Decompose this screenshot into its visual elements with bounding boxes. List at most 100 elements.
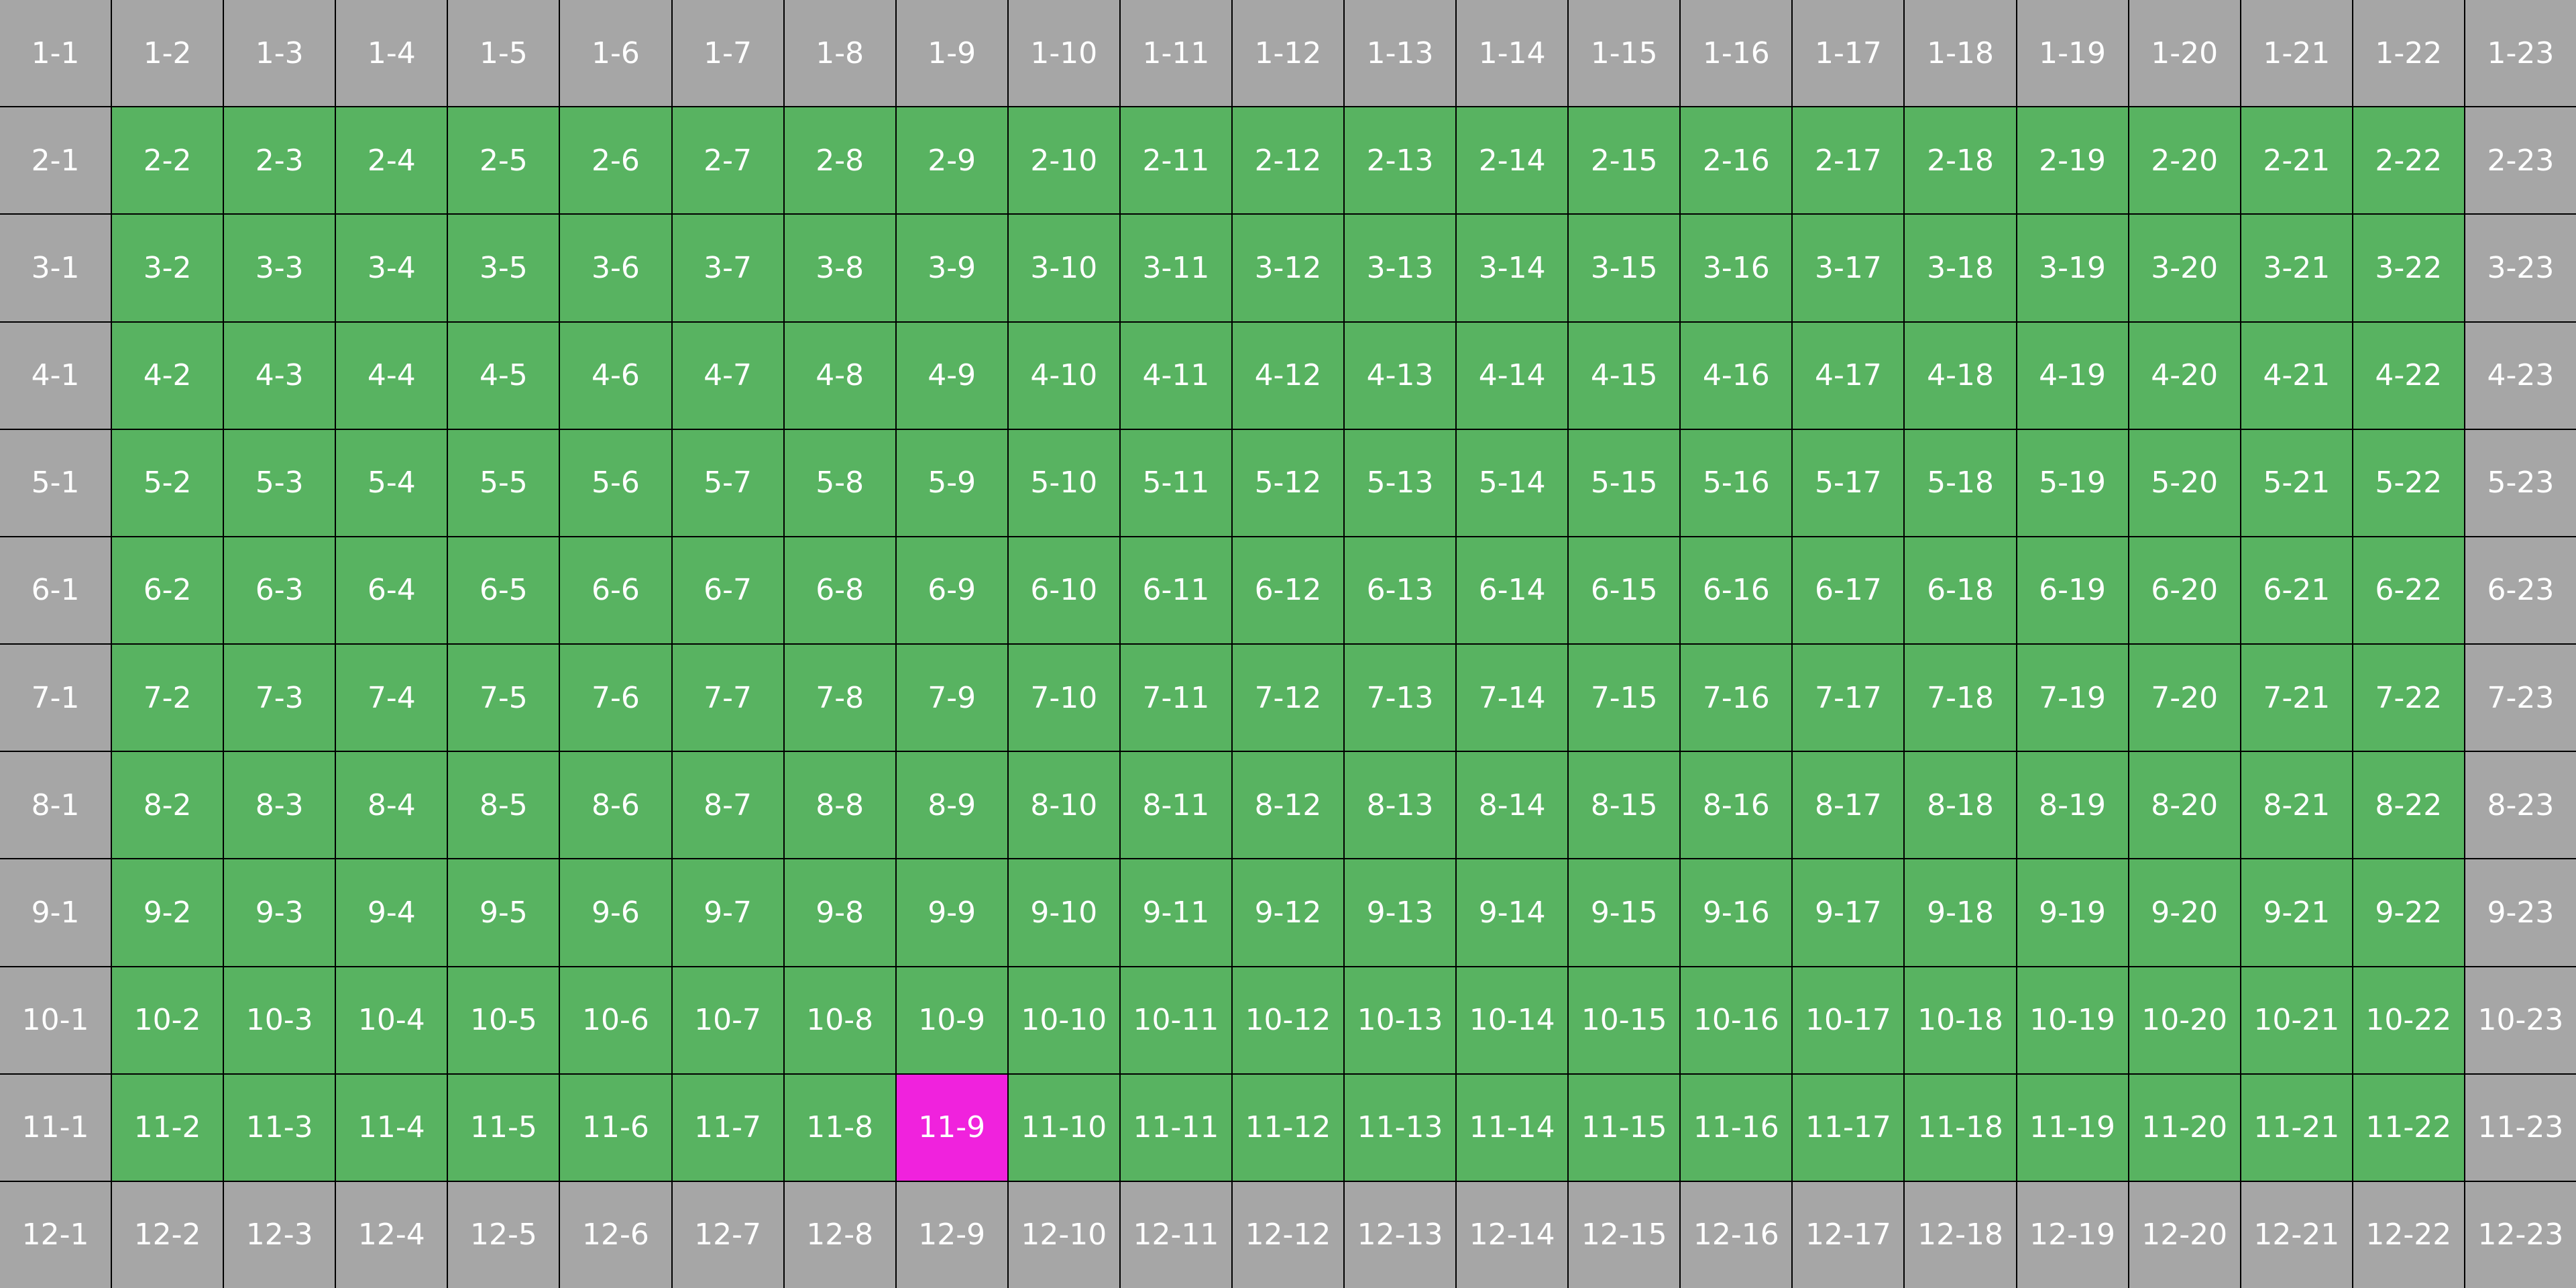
grid-cell[interactable]: 6-20 <box>2129 537 2240 643</box>
grid-cell[interactable]: 6-5 <box>448 537 559 643</box>
grid-cell[interactable]: 6-7 <box>672 537 783 643</box>
grid-cell[interactable]: 9-13 <box>1345 859 1456 966</box>
grid-cell[interactable]: 8-3 <box>224 752 335 859</box>
grid-cell-border[interactable]: 3-1 <box>0 215 111 321</box>
grid-cell[interactable]: 4-8 <box>784 322 895 429</box>
grid-cell-border[interactable]: 12-5 <box>448 1181 559 1288</box>
grid-cell[interactable]: 4-10 <box>1008 322 1119 429</box>
grid-cell[interactable]: 6-14 <box>1457 537 1568 643</box>
grid-cell-border[interactable]: 1-22 <box>2353 0 2464 107</box>
grid-cell-border[interactable]: 4-23 <box>2465 322 2576 429</box>
grid-cell[interactable]: 11-22 <box>2353 1074 2464 1181</box>
grid-cell[interactable]: 5-11 <box>1120 429 1231 536</box>
grid-cell-border[interactable]: 1-15 <box>1569 0 1680 107</box>
grid-cell[interactable]: 9-20 <box>2129 859 2240 966</box>
grid-cell[interactable]: 7-16 <box>1681 645 1792 751</box>
grid-cell[interactable]: 8-7 <box>672 752 783 859</box>
grid-cell[interactable]: 8-5 <box>448 752 559 859</box>
grid-cell[interactable]: 4-12 <box>1232 322 1344 429</box>
grid-cell[interactable]: 2-13 <box>1345 107 1456 214</box>
grid-cell[interactable]: 2-20 <box>2129 107 2240 214</box>
grid-cell-border[interactable]: 12-3 <box>224 1181 335 1288</box>
grid-cell[interactable]: 8-11 <box>1120 752 1231 859</box>
grid-cell[interactable]: 4-9 <box>896 322 1007 429</box>
grid-cell-border[interactable]: 1-16 <box>1681 0 1792 107</box>
grid-cell[interactable]: 11-8 <box>784 1074 895 1181</box>
grid-cell[interactable]: 2-19 <box>2017 107 2128 214</box>
grid-cell[interactable]: 2-17 <box>1793 107 1904 214</box>
grid-cell[interactable]: 10-18 <box>1905 967 2016 1073</box>
grid-cell[interactable]: 5-9 <box>896 429 1007 536</box>
grid-cell-border[interactable]: 1-9 <box>896 0 1007 107</box>
grid-cell[interactable]: 10-15 <box>1569 967 1680 1073</box>
grid-cell[interactable]: 10-22 <box>2353 967 2464 1073</box>
grid-cell-border[interactable]: 11-23 <box>2465 1074 2576 1181</box>
grid-cell[interactable]: 4-7 <box>672 322 783 429</box>
grid-cell[interactable]: 4-20 <box>2129 322 2240 429</box>
grid-cell-border[interactable]: 2-1 <box>0 107 111 214</box>
grid-cell-border[interactable]: 12-23 <box>2465 1181 2576 1288</box>
grid-cell[interactable]: 9-18 <box>1905 859 2016 966</box>
grid-cell[interactable]: 10-2 <box>112 967 223 1073</box>
grid-cell[interactable]: 2-4 <box>336 107 447 214</box>
grid-cell[interactable]: 3-8 <box>784 215 895 321</box>
grid-cell[interactable]: 7-9 <box>896 645 1007 751</box>
grid-cell[interactable]: 2-21 <box>2241 107 2352 214</box>
grid-cell[interactable]: 5-18 <box>1905 429 2016 536</box>
grid-cell[interactable]: 7-3 <box>224 645 335 751</box>
grid-cell[interactable]: 8-20 <box>2129 752 2240 859</box>
grid-cell[interactable]: 5-5 <box>448 429 559 536</box>
grid-cell-border[interactable]: 3-23 <box>2465 215 2576 321</box>
grid-cell[interactable]: 11-21 <box>2241 1074 2352 1181</box>
grid-cell-border[interactable]: 7-23 <box>2465 645 2576 751</box>
grid-cell[interactable]: 8-21 <box>2241 752 2352 859</box>
grid-cell[interactable]: 10-6 <box>560 967 671 1073</box>
grid-cell[interactable]: 5-10 <box>1008 429 1119 536</box>
grid-cell[interactable]: 11-10 <box>1008 1074 1119 1181</box>
grid-cell[interactable]: 5-19 <box>2017 429 2128 536</box>
grid-cell-border[interactable]: 6-23 <box>2465 537 2576 643</box>
grid-cell[interactable]: 7-5 <box>448 645 559 751</box>
grid-cell[interactable]: 10-11 <box>1120 967 1231 1073</box>
grid-cell[interactable]: 6-19 <box>2017 537 2128 643</box>
grid-cell[interactable]: 2-12 <box>1232 107 1344 214</box>
grid-cell[interactable]: 7-20 <box>2129 645 2240 751</box>
grid-cell[interactable]: 11-6 <box>560 1074 671 1181</box>
grid-cell-highlighted[interactable]: 11-9 <box>896 1074 1007 1181</box>
grid-cell-border[interactable]: 12-18 <box>1905 1181 2016 1288</box>
grid-cell[interactable]: 7-7 <box>672 645 783 751</box>
grid-cell[interactable]: 9-5 <box>448 859 559 966</box>
grid-cell[interactable]: 5-4 <box>336 429 447 536</box>
grid-cell[interactable]: 3-6 <box>560 215 671 321</box>
grid-cell[interactable]: 2-7 <box>672 107 783 214</box>
grid-cell-border[interactable]: 2-23 <box>2465 107 2576 214</box>
grid-cell[interactable]: 11-15 <box>1569 1074 1680 1181</box>
grid-cell[interactable]: 11-12 <box>1232 1074 1344 1181</box>
grid-cell[interactable]: 10-14 <box>1457 967 1568 1073</box>
grid-cell-border[interactable]: 1-11 <box>1120 0 1231 107</box>
grid-cell-border[interactable]: 11-1 <box>0 1074 111 1181</box>
grid-cell[interactable]: 6-16 <box>1681 537 1792 643</box>
grid-cell[interactable]: 3-17 <box>1793 215 1904 321</box>
grid-cell[interactable]: 4-18 <box>1905 322 2016 429</box>
grid-cell[interactable]: 3-14 <box>1457 215 1568 321</box>
grid-cell[interactable]: 2-10 <box>1008 107 1119 214</box>
grid-cell[interactable]: 5-12 <box>1232 429 1344 536</box>
grid-cell[interactable]: 8-12 <box>1232 752 1344 859</box>
grid-cell-border[interactable]: 4-1 <box>0 322 111 429</box>
grid-cell[interactable]: 11-16 <box>1681 1074 1792 1181</box>
grid-cell[interactable]: 4-13 <box>1345 322 1456 429</box>
grid-cell[interactable]: 8-14 <box>1457 752 1568 859</box>
grid-cell[interactable]: 4-22 <box>2353 322 2464 429</box>
grid-cell[interactable]: 7-17 <box>1793 645 1904 751</box>
grid-cell-border[interactable]: 1-6 <box>560 0 671 107</box>
grid-cell[interactable]: 6-10 <box>1008 537 1119 643</box>
grid-cell[interactable]: 8-18 <box>1905 752 2016 859</box>
grid-cell[interactable]: 5-3 <box>224 429 335 536</box>
grid-cell[interactable]: 8-8 <box>784 752 895 859</box>
grid-cell[interactable]: 2-14 <box>1457 107 1568 214</box>
grid-cell[interactable]: 5-22 <box>2353 429 2464 536</box>
grid-cell[interactable]: 10-7 <box>672 967 783 1073</box>
grid-cell[interactable]: 11-19 <box>2017 1074 2128 1181</box>
grid-cell[interactable]: 2-18 <box>1905 107 2016 214</box>
